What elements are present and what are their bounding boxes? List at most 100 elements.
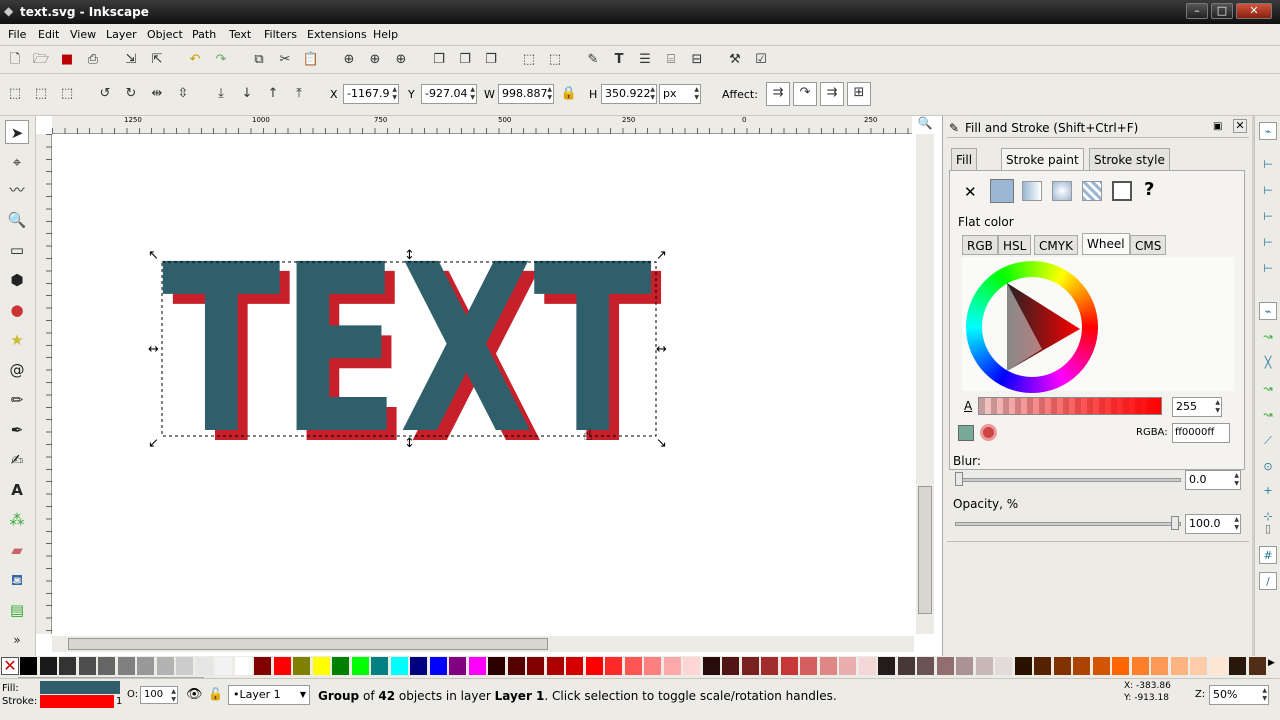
pen-tool-icon[interactable]: ✒ bbox=[5, 418, 29, 442]
zoom-drawing-icon[interactable]: ⊕ bbox=[365, 50, 385, 70]
palette-swatch[interactable] bbox=[624, 657, 642, 675]
palette-swatch[interactable] bbox=[429, 657, 447, 675]
stroke-width-value[interactable]: 1 bbox=[116, 696, 122, 707]
tweak-tool-icon[interactable]: 〰 bbox=[5, 178, 29, 202]
node-tool-icon[interactable]: ⌖ bbox=[5, 150, 29, 174]
ellipse-tool-icon[interactable]: ● bbox=[5, 298, 29, 322]
raise-top-icon[interactable]: ⤒ bbox=[289, 84, 309, 104]
palette-swatch[interactable] bbox=[156, 657, 174, 675]
alpha-input[interactable]: 255 bbox=[1172, 397, 1222, 417]
opacity-status-input[interactable]: 100 bbox=[140, 686, 178, 704]
snap-grid-icon[interactable]: # bbox=[1259, 546, 1277, 564]
text-font-icon[interactable]: T bbox=[609, 50, 629, 70]
snap-bbox-icon[interactable]: ⊢ bbox=[1259, 156, 1277, 174]
palette-swatch[interactable] bbox=[371, 657, 388, 675]
rotate-cw-icon[interactable]: ↻ bbox=[121, 84, 141, 104]
menu-help[interactable]: Help bbox=[373, 28, 398, 41]
no-paint-icon[interactable]: ✕ bbox=[964, 183, 977, 201]
snap-bbox-edge-icon[interactable]: ⊢ bbox=[1259, 182, 1277, 200]
palette-swatch[interactable] bbox=[234, 657, 252, 675]
menu-edit[interactable]: Edit bbox=[38, 28, 59, 41]
clone-icon[interactable]: ❐ bbox=[455, 50, 475, 70]
flip-horizontal-icon[interactable]: ⇹ bbox=[147, 84, 167, 104]
snap-intersections-icon[interactable]: ╳ bbox=[1259, 354, 1277, 372]
rectangle-tool-icon[interactable]: ▭ bbox=[5, 238, 29, 262]
palette-swatch[interactable] bbox=[332, 657, 349, 675]
pencil-tool-icon[interactable]: ✏ bbox=[5, 388, 29, 412]
layers-icon[interactable]: ☰ bbox=[635, 50, 655, 70]
menu-view[interactable]: View bbox=[70, 28, 96, 41]
export-icon[interactable]: ⇱ bbox=[147, 50, 167, 70]
palette-swatch[interactable] bbox=[800, 657, 817, 675]
zoom-tool-icon[interactable]: 🔍 bbox=[5, 208, 29, 232]
star-tool-icon[interactable]: ★ bbox=[5, 328, 29, 352]
fill-stroke-icon[interactable]: ✎ bbox=[583, 50, 603, 70]
palette-swatch[interactable] bbox=[702, 657, 720, 675]
flat-color-icon[interactable] bbox=[990, 179, 1014, 203]
maximize-button[interactable]: □ bbox=[1211, 3, 1233, 19]
palette-swatch[interactable] bbox=[878, 657, 895, 675]
tab-stroke-style[interactable]: Stroke style bbox=[1089, 148, 1170, 170]
snap-bbox-corner-icon[interactable]: ⊢ bbox=[1259, 208, 1277, 226]
palette-swatch[interactable] bbox=[936, 657, 954, 675]
flip-vertical-icon[interactable]: ⇳ bbox=[173, 84, 193, 104]
layer-select[interactable]: •Layer 1 ▼ bbox=[228, 685, 310, 705]
palette-swatch[interactable] bbox=[78, 657, 96, 675]
menu-extensions[interactable]: Extensions bbox=[307, 28, 367, 41]
snap-nodes-icon[interactable]: ⌁ bbox=[1259, 302, 1277, 320]
text-tool-icon[interactable]: A bbox=[5, 478, 29, 502]
palette-swatch[interactable] bbox=[410, 657, 427, 675]
scale-stroke-icon[interactable]: ⇉ bbox=[766, 82, 790, 106]
menu-path[interactable]: Path bbox=[192, 28, 216, 41]
scale-handle-w[interactable]: ↔ bbox=[148, 342, 159, 357]
blur-slider[interactable] bbox=[955, 478, 1181, 482]
snap-midpoint-icon[interactable]: ⟋ bbox=[1259, 432, 1277, 450]
scale-corners-icon[interactable]: ↷ bbox=[793, 82, 817, 106]
palette-swatch[interactable] bbox=[1014, 657, 1032, 675]
palette-swatch[interactable] bbox=[683, 657, 700, 675]
palette-swatch[interactable] bbox=[585, 657, 603, 675]
tab-fill[interactable]: Fill bbox=[951, 148, 978, 170]
close-button[interactable]: ✕ bbox=[1236, 3, 1272, 19]
palette-swatch[interactable] bbox=[975, 657, 993, 675]
swatch-icon[interactable] bbox=[1112, 181, 1132, 201]
vertical-scrollbar[interactable] bbox=[916, 134, 934, 634]
move-patterns-icon[interactable]: ⊞ bbox=[847, 82, 871, 106]
spiral-tool-icon[interactable]: @ bbox=[5, 358, 29, 382]
palette-swatch[interactable] bbox=[722, 657, 739, 675]
palette-swatch[interactable] bbox=[761, 657, 778, 675]
import-icon[interactable]: ⇲ bbox=[121, 50, 141, 70]
select-all-layers-icon[interactable]: ⬚ bbox=[31, 84, 51, 104]
palette-swatch[interactable] bbox=[449, 657, 466, 675]
alpha-slider[interactable] bbox=[978, 397, 1162, 415]
palette-swatch[interactable] bbox=[546, 657, 564, 675]
palette-scroll-icon[interactable]: ▶ bbox=[1268, 658, 1275, 668]
move-gradients-icon[interactable]: ⇉ bbox=[820, 82, 844, 106]
fill-indicator[interactable] bbox=[40, 681, 120, 694]
no-color-swatch-icon[interactable]: ✕ bbox=[1, 657, 19, 675]
horizontal-scrollbar[interactable] bbox=[52, 636, 914, 652]
palette-swatch[interactable] bbox=[273, 657, 291, 675]
palette-swatch[interactable] bbox=[312, 657, 330, 675]
palette-swatch[interactable] bbox=[488, 657, 505, 675]
palette-swatch[interactable] bbox=[1053, 657, 1071, 675]
palette-swatch[interactable] bbox=[1151, 657, 1168, 675]
undo-icon[interactable]: ↶ bbox=[185, 50, 205, 70]
snap-object-center-icon[interactable]: ⊙ bbox=[1259, 458, 1277, 476]
zoom-input[interactable]: 50% bbox=[1209, 685, 1269, 705]
w-input[interactable]: 998.887 bbox=[498, 84, 554, 104]
palette-swatch[interactable] bbox=[1112, 657, 1129, 675]
3d-box-tool-icon[interactable]: ⬢ bbox=[5, 268, 29, 292]
palette-swatch[interactable] bbox=[1131, 657, 1149, 675]
palette-swatch[interactable] bbox=[1248, 657, 1266, 675]
radial-gradient-icon[interactable] bbox=[1052, 181, 1072, 201]
open-folder-icon[interactable]: 🗁 bbox=[31, 50, 51, 70]
mode-rgb[interactable]: RGB bbox=[962, 235, 998, 255]
palette-swatch[interactable] bbox=[644, 657, 661, 675]
paint-bucket-tool-icon[interactable]: ⛾ bbox=[5, 568, 29, 592]
palette-swatch[interactable] bbox=[897, 657, 915, 675]
linear-gradient-icon[interactable] bbox=[1022, 181, 1042, 201]
eraser-tool-icon[interactable]: ▰ bbox=[5, 538, 29, 562]
more-tools-icon[interactable]: » bbox=[5, 628, 29, 652]
palette-swatch[interactable] bbox=[59, 657, 76, 675]
